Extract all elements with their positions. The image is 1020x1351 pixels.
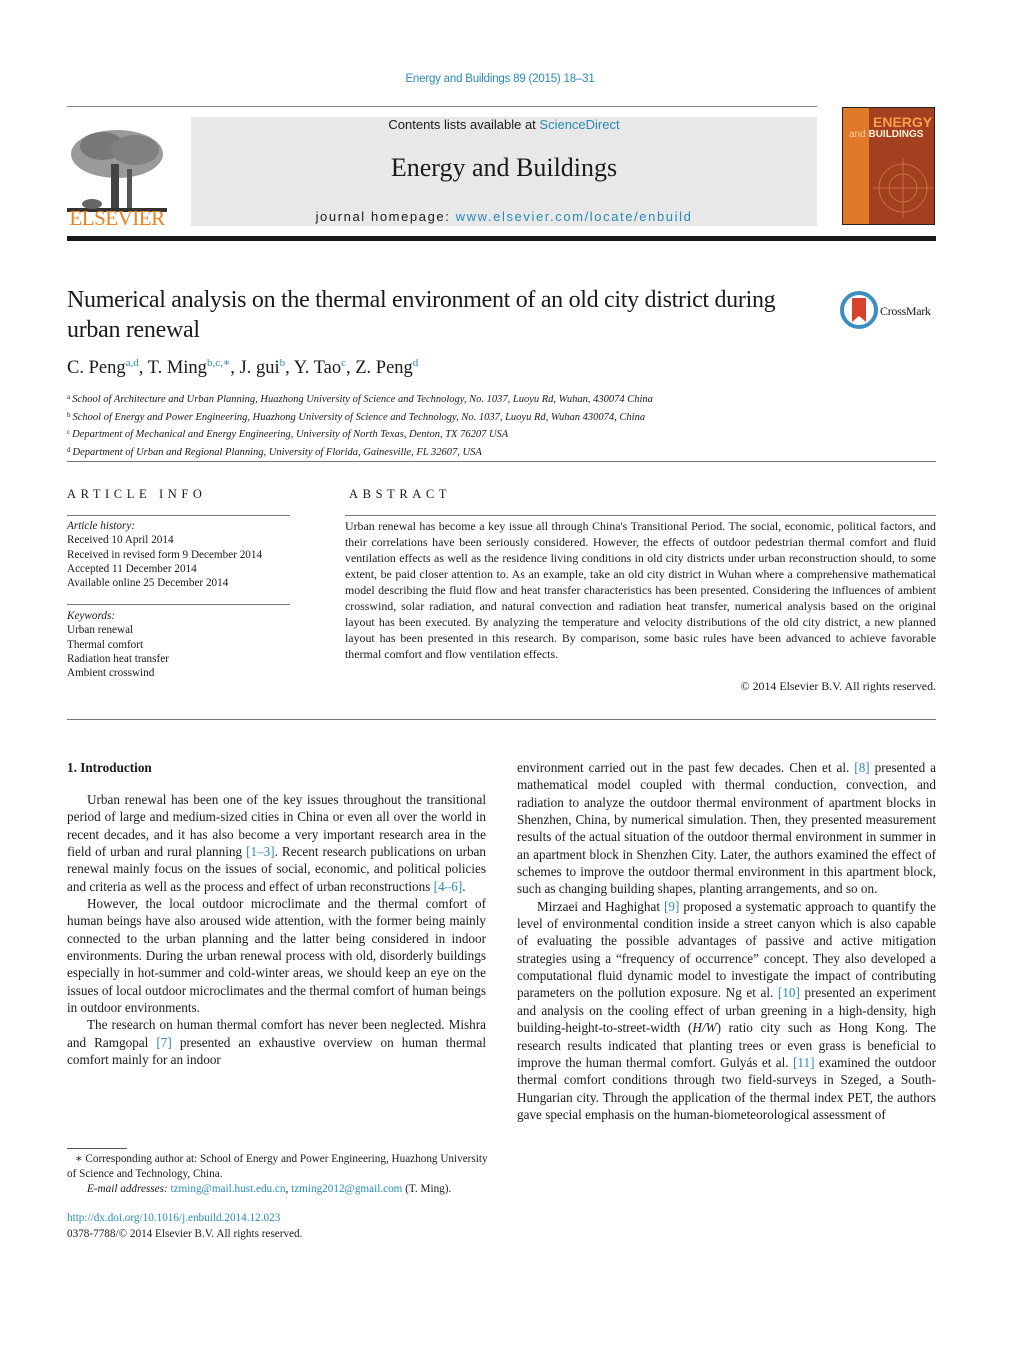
citation-link[interactable]: [9] [664,899,679,914]
affiliation: a School of Architecture and Urban Planni… [67,393,653,405]
keyword: Urban renewal [67,624,134,637]
divider [67,106,817,107]
divider [67,461,936,462]
citation-link[interactable]: [1–3] [246,844,275,859]
doi-block: http://dx.doi.org/10.1016/j.enbuild.2014… [67,1211,302,1242]
abstract-text: Urban renewal has become a key issue all… [345,519,936,661]
paragraph: Mirzaei and Haghighat [9] proposed a sys… [517,898,936,1122]
paragraph: However, the local outdoor microclimate … [67,896,486,1016]
email-link[interactable]: tzming@mail.hust.edu.cn [170,1183,285,1195]
journal-title: Energy and Buildings [390,153,618,182]
crossmark-label[interactable]: CrossMark [880,304,931,319]
citation-link[interactable]: [11] [793,1055,814,1070]
abstract-heading: ABSTRACT [349,487,452,501]
divider [67,515,290,516]
article-info-heading: ARTICLE INFO [67,487,207,501]
homepage-line: journal homepage: www.elsevier.com/locat… [191,209,817,224]
footnote-divider [67,1148,127,1149]
footnotes: ∗ Corresponding author at: School of Ene… [67,1152,497,1197]
homepage-prefix: journal homepage: [315,209,456,224]
contents-prefix: Contents lists available at [388,117,540,132]
email-note: E-mail addresses: tzming@mail.hust.edu.c… [87,1183,452,1195]
divider [67,604,290,605]
affiliation: d Department of Urban and Regional Planni… [67,445,482,458]
history-item: Received 10 April 2014 [67,534,174,547]
cover-title-energy: ENERGY [873,114,933,130]
issn-copyright: 0378-7788/© 2014 Elsevier B.V. All right… [67,1227,303,1240]
cover-graphic-icon [873,158,933,218]
journal-cover-image[interactable]: ENERGY and BUILDINGS [842,107,935,225]
citation-link[interactable]: [7] [156,1035,171,1050]
section-heading: 1. Introduction [67,760,152,775]
article-title: Numerical analysis on the thermal enviro… [67,287,776,343]
crossmark-icon[interactable] [840,290,878,330]
article-history: Article history: Received 10 April 2014 … [67,519,297,590]
author-list: C. Penga,d, T. Mingb,c,∗, J. guib, Y. Ta… [67,357,419,378]
elsevier-logo-text: ELSEVIER [69,206,165,230]
author[interactable]: J. guib [240,357,286,378]
author[interactable]: T. Mingb,c,∗ [148,357,231,378]
journal-citation-link[interactable]: Energy and Buildings 89 (2015) 18–31 [0,73,1000,85]
author[interactable]: Z. Pengd [355,357,418,378]
email-link[interactable]: tzming2012@gmail.com [291,1183,402,1195]
paragraph: The research on human thermal comfort ha… [67,1017,486,1068]
cover-strip [843,108,869,224]
header-divider [67,236,936,241]
divider [67,719,936,720]
paragraph: Urban renewal has been one of the key is… [67,792,487,894]
affiliation: b School of Energy and Power Engineering,… [67,410,646,423]
citation-link[interactable]: [4–6] [434,879,463,894]
journal-homepage-link[interactable]: www.elsevier.com/locate/enbuild [456,209,693,224]
doi-link[interactable]: http://dx.doi.org/10.1016/j.enbuild.2014… [67,1212,280,1224]
author[interactable]: Y. Taoc [294,357,346,378]
keyword: Radiation heat transfer [67,652,169,665]
contents-line: Contents lists available at ScienceDirec… [191,117,817,132]
body-column-right: environment carried out in the past few … [517,759,936,1123]
abstract-copyright: © 2014 Elsevier B.V. All rights reserved… [740,679,936,693]
affiliations: a School of Architecture and Urban Planni… [67,390,927,460]
history-item: Available online 25 December 2014 [67,577,229,590]
history-item: Accepted 11 December 2014 [67,562,197,575]
keyword: Ambient crosswind [67,667,155,680]
body-column-left: Urban renewal has been one of the key is… [67,791,486,1069]
paragraph: environment carried out in the past few … [517,760,936,897]
sciencedirect-link[interactable]: ScienceDirect [539,117,619,132]
keyword: Thermal comfort [67,638,144,651]
author[interactable]: C. Penga,d [67,357,139,378]
keywords: Keywords: Urban renewal Thermal comfort … [67,609,297,680]
divider [345,515,936,516]
history-item: Received in revised form 9 December 2014 [67,548,263,561]
keywords-label: Keywords: [67,610,116,622]
history-label: Article history: [67,520,136,532]
affiliation: c Department of Mechanical and Energy Eng… [67,428,509,440]
corresponding-author-note: ∗ Corresponding author at: School of Ene… [67,1153,488,1180]
citation-link[interactable]: [10] [778,985,800,1000]
cover-title-buildings: and BUILDINGS [849,129,924,140]
citation-link[interactable]: [8] [854,760,869,775]
